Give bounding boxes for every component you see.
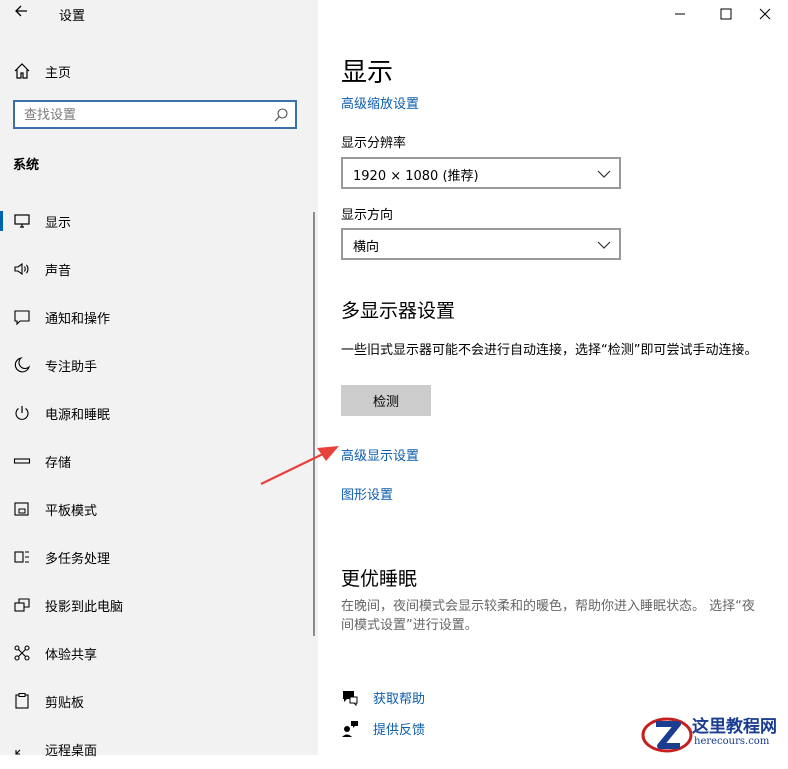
sidebar-item-label: 存储 <box>45 456 72 471</box>
sidebar-item-label: 远程桌面 <box>45 744 98 759</box>
resolution-dropdown[interactable]: 1920 × 1080 (推荐) <box>341 157 621 189</box>
advanced-display-link[interactable]: 高级显示设置 <box>341 445 419 464</box>
sidebar-item-label: 电源和睡眠 <box>45 408 111 423</box>
sidebar-item-label: 专注助手 <box>45 360 98 375</box>
orientation-value: 横向 <box>353 240 380 255</box>
advanced-scaling-link[interactable]: 高级缩放设置 <box>341 93 419 112</box>
storage-icon <box>12 451 32 471</box>
sidebar-item-clipboard[interactable]: 剪贴板 <box>0 681 318 721</box>
sidebar-item-power[interactable]: 电源和睡眠 <box>0 393 318 433</box>
close-button[interactable] <box>742 0 788 28</box>
power-icon <box>12 403 32 423</box>
watermark-emblem-icon <box>641 717 693 753</box>
home-label: 主页 <box>45 65 72 81</box>
maximize-icon <box>720 5 732 24</box>
sleep-heading: 更优睡眠 <box>341 568 418 590</box>
graphics-settings-link[interactable]: 图形设置 <box>341 484 393 503</box>
minimize-icon <box>674 5 686 24</box>
notification-icon <box>12 307 32 327</box>
sidebar-item-display[interactable]: 显示 <box>0 201 318 241</box>
search-box[interactable] <box>13 100 297 129</box>
watermark-url: herecours.com <box>694 736 770 747</box>
sidebar-item-shared-experiences[interactable]: 体验共享 <box>0 633 318 673</box>
clipboard-icon <box>12 691 32 711</box>
remote-icon <box>12 739 32 759</box>
sidebar-item-label: 通知和操作 <box>45 312 111 327</box>
moon-icon <box>12 355 32 375</box>
orientation-label: 显示方向 <box>341 208 394 223</box>
detect-button[interactable]: 检测 <box>341 385 431 416</box>
watermark-name: 这里教程网 <box>692 717 777 737</box>
chevron-down-icon <box>597 237 611 251</box>
page-title: 显示 <box>341 58 394 88</box>
sidebar-item-home[interactable]: 主页 <box>12 59 71 83</box>
section-label: 系统 <box>13 158 40 173</box>
sidebar-item-label: 显示 <box>45 216 72 231</box>
sidebar-item-sound[interactable]: 声音 <box>0 249 318 289</box>
sidebar-item-label: 剪贴板 <box>45 696 85 711</box>
multi-display-heading: 多显示器设置 <box>341 300 456 322</box>
back-arrow-icon[interactable] <box>10 3 32 25</box>
active-indicator <box>0 211 3 231</box>
multitask-icon <box>12 547 32 567</box>
minimize-button[interactable] <box>657 0 703 28</box>
close-icon <box>759 5 771 24</box>
sidebar-item-multitasking[interactable]: 多任务处理 <box>0 537 318 577</box>
help-chat-icon <box>341 688 359 706</box>
sidebar-item-focus-assist[interactable]: 专注助手 <box>0 345 318 385</box>
annotation-arrow <box>260 446 339 485</box>
sidebar: 设置 主页 系统 显示 声音 通知和操作 专注 <box>0 0 318 759</box>
sidebar-item-label: 体验共享 <box>45 648 98 663</box>
app-title: 设置 <box>59 9 86 24</box>
get-help-label: 获取帮助 <box>373 691 426 707</box>
share-icon <box>12 643 32 663</box>
monitor-icon <box>12 211 32 231</box>
sleep-description: 在晚间，夜间模式会显示较柔和的暖色，帮助你进入睡眠状态。 选择“夜间模式设置”进… <box>341 599 755 633</box>
resolution-value: 1920 × 1080 (推荐) <box>353 169 479 184</box>
tablet-icon <box>12 499 32 519</box>
sidebar-item-label: 平板模式 <box>45 504 98 519</box>
sidebar-scrollbar[interactable] <box>313 212 315 636</box>
sidebar-item-remote-desktop[interactable]: 远程桌面 <box>0 729 318 769</box>
get-help-link[interactable]: 获取帮助 <box>341 686 425 708</box>
home-icon <box>12 61 32 81</box>
sidebar-item-label: 声音 <box>45 264 72 279</box>
sidebar-item-notifications[interactable]: 通知和操作 <box>0 297 318 337</box>
watermark-logo: 这里教程网 herecours.com <box>640 712 788 755</box>
sidebar-item-label: 多任务处理 <box>45 552 111 567</box>
resolution-label: 显示分辨率 <box>341 136 407 151</box>
chevron-down-icon <box>597 166 611 180</box>
search-icon[interactable] <box>273 107 289 123</box>
feedback-link[interactable]: 提供反馈 <box>341 717 425 739</box>
sidebar-item-tablet-mode[interactable]: 平板模式 <box>0 489 318 529</box>
search-input[interactable] <box>24 106 264 124</box>
project-icon <box>12 595 32 615</box>
multi-display-description: 一些旧式显示器可能不会进行自动连接，选择“检测”即可尝试手动连接。 <box>341 343 758 358</box>
feedback-person-icon <box>341 719 359 737</box>
speaker-icon <box>12 259 32 279</box>
sidebar-item-label: 投影到此电脑 <box>45 600 124 615</box>
sidebar-item-project[interactable]: 投影到此电脑 <box>0 585 318 625</box>
feedback-label: 提供反馈 <box>373 722 426 738</box>
orientation-dropdown[interactable]: 横向 <box>341 228 621 260</box>
